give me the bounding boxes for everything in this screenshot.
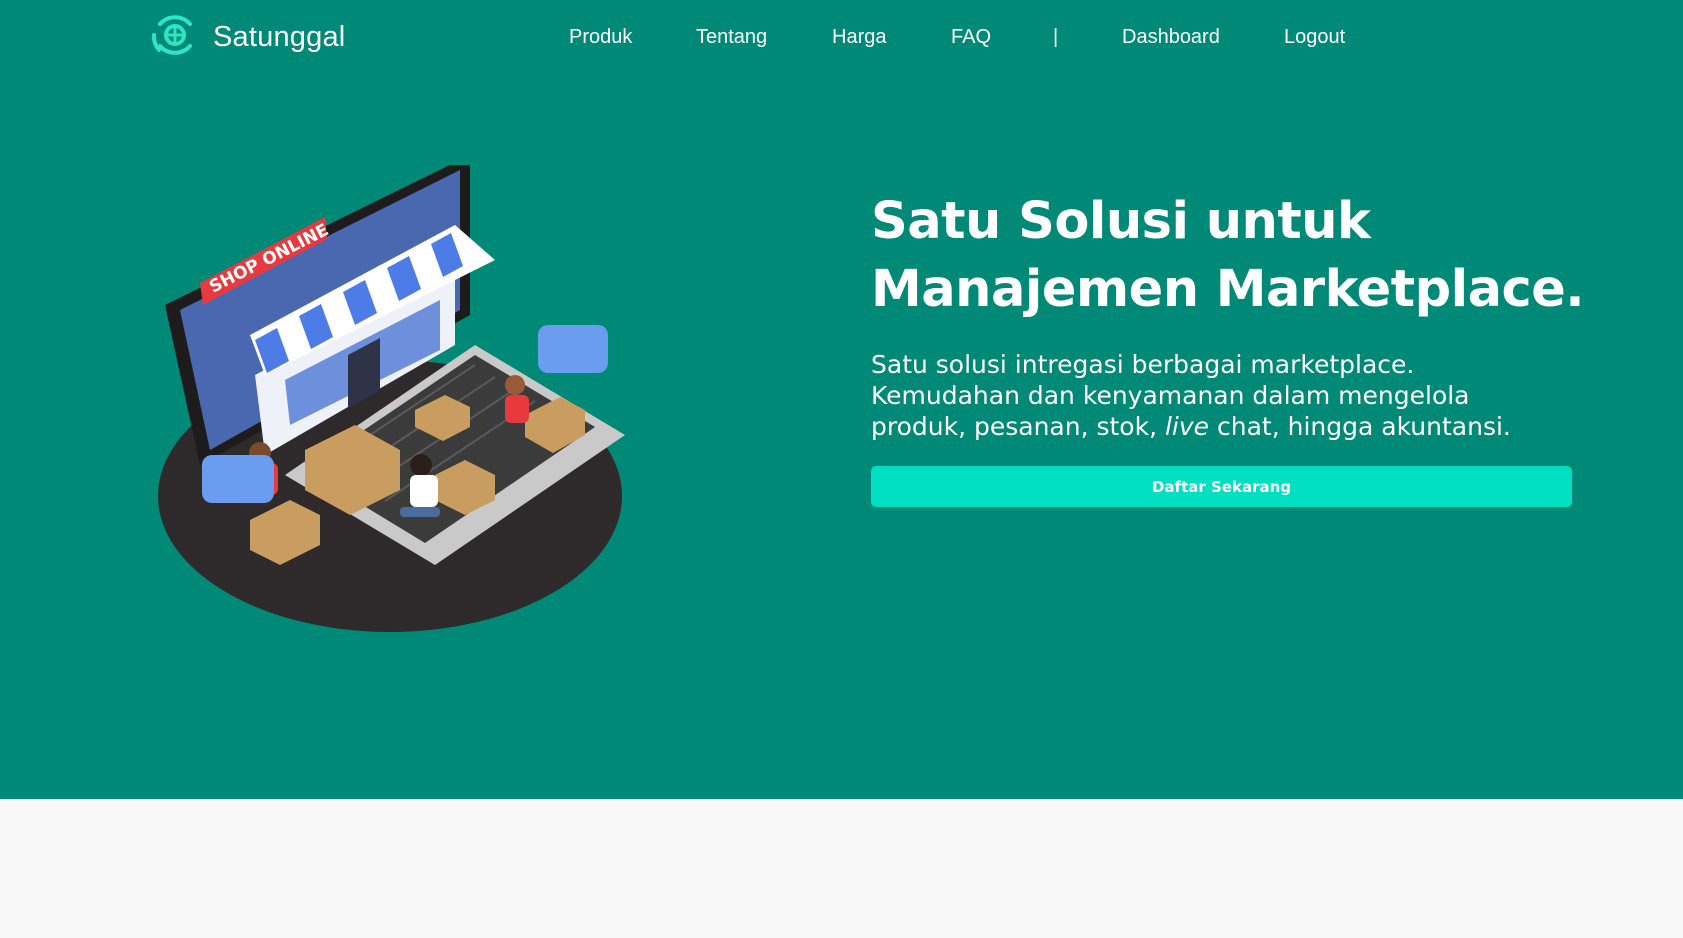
nav-separator: |: [1053, 26, 1059, 48]
hero-desc-line-2: Kemudahan dan kenyamanan dalam mengelola: [871, 381, 1470, 410]
brand-name: Satunggal: [213, 20, 346, 53]
nav-harga[interactable]: Harga: [832, 22, 886, 52]
hero-desc-line-1: Satu solusi intregasi berbagai marketpla…: [871, 350, 1415, 379]
nav-logout[interactable]: Logout: [1284, 22, 1345, 52]
register-now-button[interactable]: Daftar Sekarang: [871, 466, 1572, 507]
hero-description: Satu solusi intregasi berbagai marketpla…: [871, 349, 1631, 442]
hero-desc-line-3b: chat, hingga akuntansi.: [1209, 412, 1511, 441]
hero-desc-line-3a: produk, pesanan, stok,: [871, 412, 1165, 441]
next-section: [0, 799, 1683, 938]
navbar: Satunggal Produk Tentang Harga FAQ | Das…: [0, 0, 1683, 76]
nav-dashboard[interactable]: Dashboard: [1122, 22, 1220, 52]
nav-tentang[interactable]: Tentang: [696, 22, 767, 52]
hero-title: Satu Solusi untuk Manajemen Marketplace.: [871, 188, 1631, 324]
nav-produk[interactable]: Produk: [569, 22, 632, 52]
satunggal-logo-icon: [150, 8, 200, 67]
hero-desc-live: live: [1164, 412, 1210, 441]
hero-section: Satunggal Produk Tentang Harga FAQ | Das…: [0, 0, 1683, 799]
nav-faq[interactable]: FAQ: [951, 22, 991, 52]
hero-title-line-1: Satu Solusi untuk: [871, 192, 1371, 251]
brand-link[interactable]: Satunggal: [150, 10, 345, 64]
shop-online-illustration: SHOP ONLINE: [155, 155, 635, 635]
hero-title-line-2: Manajemen Marketplace.: [871, 260, 1585, 319]
